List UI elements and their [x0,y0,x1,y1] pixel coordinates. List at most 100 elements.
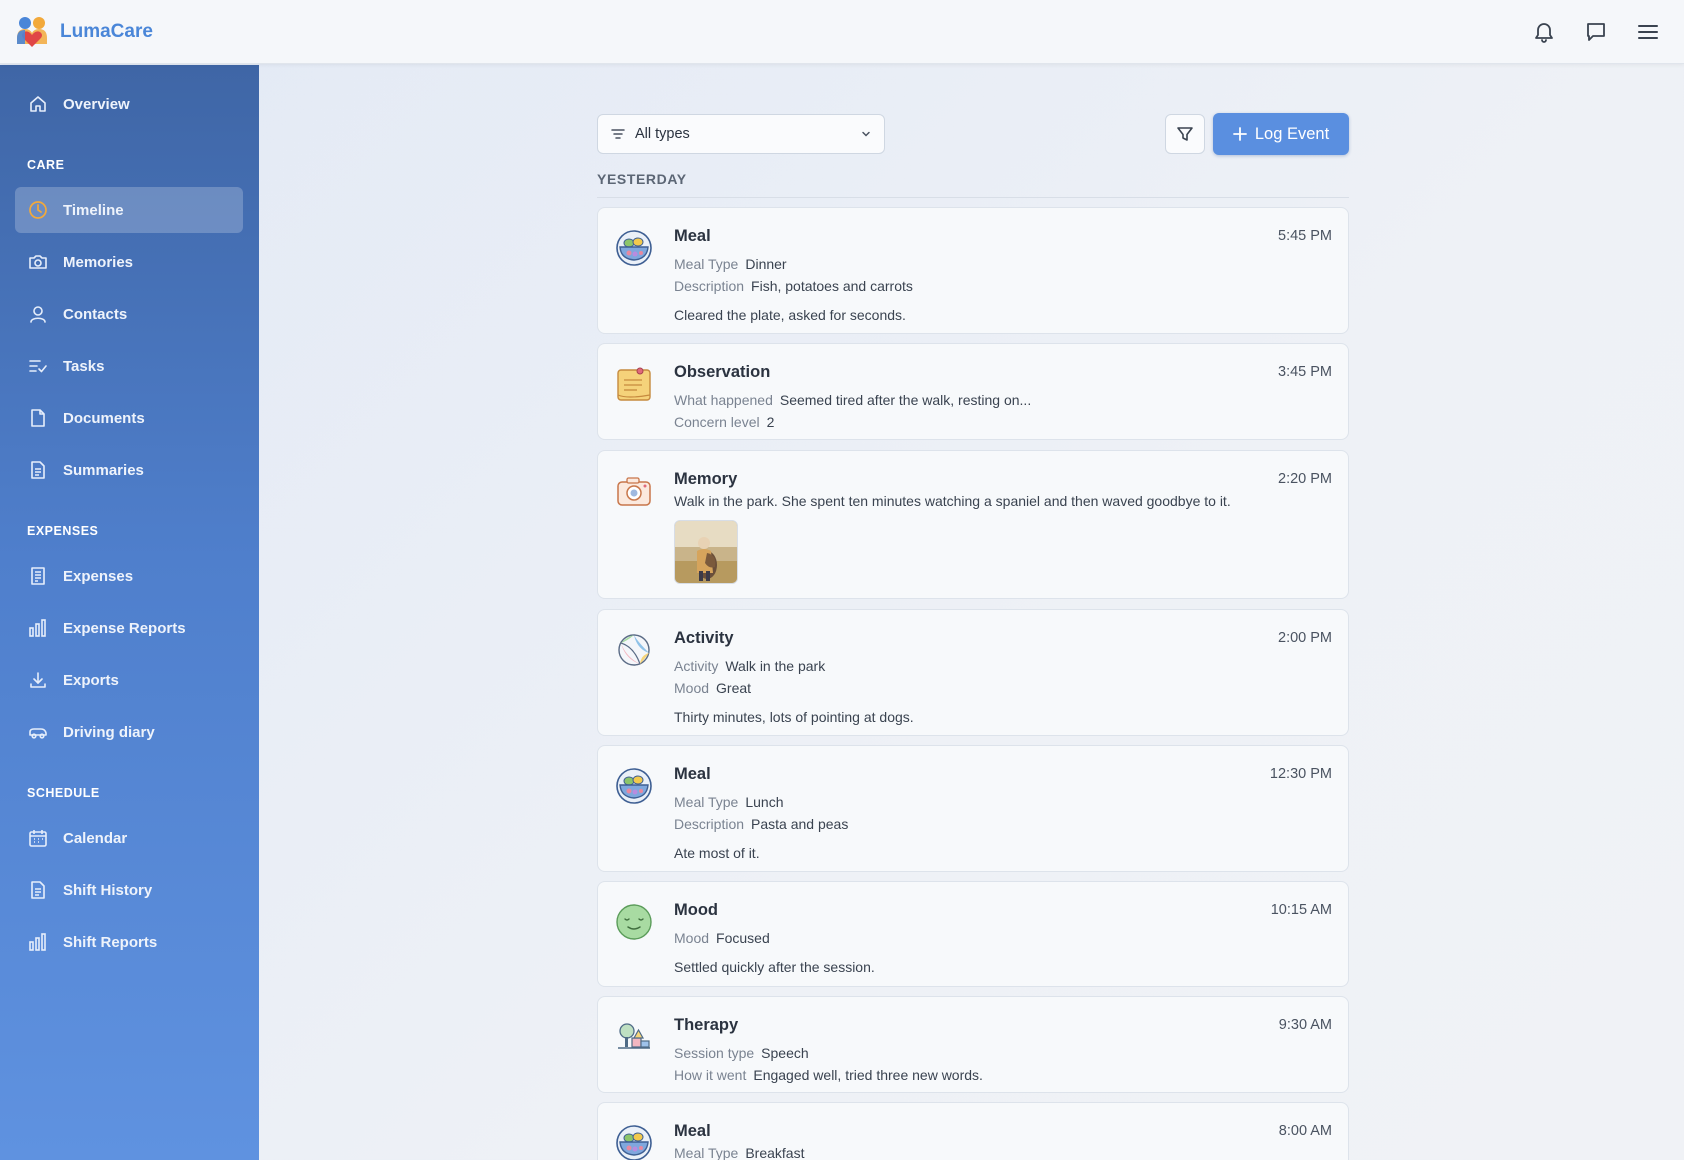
event-field: How it went Engaged well, tried three new… [674,1067,983,1083]
field-value: Breakfast [745,1145,805,1160]
sidebar-item-label: Expenses [63,567,134,585]
sidebar-item-calendar[interactable]: Calendar [15,815,243,861]
field-value: Dinner [745,256,787,272]
tasks-icon [29,360,47,373]
timeline-event-card[interactable]: Therapy 9:30 AM Session type Speech How i… [597,996,1349,1093]
receipt-icon [31,567,45,585]
memory-photo-thumbnail[interactable] [674,520,738,584]
event-field: Meal Type Dinner [674,256,787,272]
field-key: What happened [674,392,773,408]
sidebar-item-overview[interactable]: Overview [15,81,243,127]
filter-button[interactable] [1165,114,1205,154]
sidebar-item-driving-diary[interactable]: Driving diary [15,709,243,755]
sidebar-item-contacts[interactable]: Contacts [15,291,243,337]
sidebar-item-expense-reports[interactable]: Expense Reports [15,605,243,651]
event-time: 3:45 PM [1278,364,1332,380]
field-key: Description [674,278,745,294]
menu-icon[interactable] [1634,18,1662,46]
brand[interactable]: LumaCare [14,14,153,50]
field-value: Focused [716,930,770,946]
timeline-event-card[interactable]: Memory 2:20 PM Walk in the park. She spe… [597,450,1349,599]
summary-icon [31,461,45,479]
field-value: Walk in the park [725,658,826,674]
bar-chart-icon [29,933,46,951]
event-time: 9:30 AM [1278,1017,1332,1033]
field-key: Description [674,816,745,832]
event-field: Activity Walk in the park [674,658,825,674]
field-key: Mood [674,680,710,696]
field-value: 2 [766,414,775,430]
timeline-event-card[interactable]: Observation 3:45 PM What happened Seemed … [597,343,1349,440]
sidebar-item-exports[interactable]: Exports [15,657,243,703]
meal-bowl-icon [616,1125,652,1160]
event-time: 5:45 PM [1278,228,1332,244]
timeline-event-card[interactable]: Activity 2:00 PM Activity Walk in the par… [597,609,1349,736]
section-expenses: EXPENSES [27,524,99,538]
divider [597,197,1349,198]
event-type: Memory [674,470,738,488]
funnel-icon [1177,127,1193,141]
event-field: Meal Type Lunch [674,794,784,810]
timeline-event-card[interactable]: Meal 5:45 PM Meal Type Dinner Description… [597,207,1349,334]
therapy-blocks-icon [618,1023,650,1049]
field-value: Speech [761,1045,809,1061]
event-field: Description Fish, potatoes and carrots [674,278,913,294]
section-care: CARE [27,158,65,172]
sidebar-item-documents[interactable]: Documents [15,395,243,441]
timeline-event-card[interactable]: Meal 12:30 PM Meal Type Lunch Description… [597,745,1349,872]
sidebar-item-label: Contacts [63,305,128,323]
log-event-button[interactable]: Log Event [1213,113,1349,155]
download-icon [30,672,46,688]
field-key: Mood [674,930,710,946]
sidebar-item-timeline[interactable]: Timeline [15,187,243,233]
sidebar-item-shift-reports[interactable]: Shift Reports [15,919,243,965]
type-filter-select[interactable]: All types [597,114,885,154]
sidebar-item-memories[interactable]: Memories [15,239,243,285]
event-note: Ate most of it. [674,845,760,861]
sidebar-item-shift-history[interactable]: Shift History [15,867,243,913]
clock-icon [29,201,47,219]
field-key: Concern level [674,414,760,430]
sidebar-item-tasks[interactable]: Tasks [15,343,243,389]
event-field: Mood Focused [674,930,770,946]
home-icon [30,96,46,112]
event-time: 12:30 PM [1269,766,1332,782]
field-key: Meal Type [674,256,739,272]
event-type: Meal [674,765,711,783]
sidebar-item-summaries[interactable]: Summaries [15,447,243,493]
user-icon [30,306,46,323]
sidebar-item-label: Memories [63,253,134,271]
car-icon [29,728,47,739]
field-value: Fish, potatoes and carrots [751,278,913,294]
timeline-event-card[interactable]: Meal 8:00 AM Meal Type Breakfast [597,1102,1349,1160]
timeline-event-card[interactable]: Mood 10:15 AM Mood Focused Settled quickl… [597,881,1349,987]
event-type: Meal [674,1122,711,1140]
field-key: Meal Type [674,1145,739,1160]
event-note: Settled quickly after the session. [674,959,875,975]
meal-bowl-icon [616,768,652,804]
bell-icon[interactable] [1530,18,1558,46]
logo-icon [17,17,47,47]
sidebar-item-label: Exports [63,671,119,689]
event-type: Therapy [674,1016,739,1034]
top-bar: LumaCare [0,0,1684,64]
document-icon [31,409,45,427]
meal-bowl-icon [616,230,652,266]
chat-icon[interactable] [1582,18,1610,46]
field-key: How it went [674,1067,747,1083]
bar-chart-icon [29,619,46,637]
sidebar-item-label: Summaries [63,461,144,479]
plus-icon [1232,127,1247,141]
sidebar-item-label: Driving diary [63,723,155,741]
photo-image [675,521,737,583]
event-time: 8:00 AM [1278,1123,1332,1139]
sidebar-item-expenses[interactable]: Expenses [15,553,243,599]
sidebar-item-label: Expense Reports [63,619,186,637]
sidebar-item-label: Overview [63,95,130,113]
field-value: Pasta and peas [751,816,849,832]
day-label: YESTERDAY [597,171,687,187]
event-field: Meal Type Breakfast [674,1145,804,1160]
camera-icon [29,255,47,269]
log-event-label: Log Event [1254,124,1330,143]
event-time: 10:15 AM [1270,902,1332,918]
